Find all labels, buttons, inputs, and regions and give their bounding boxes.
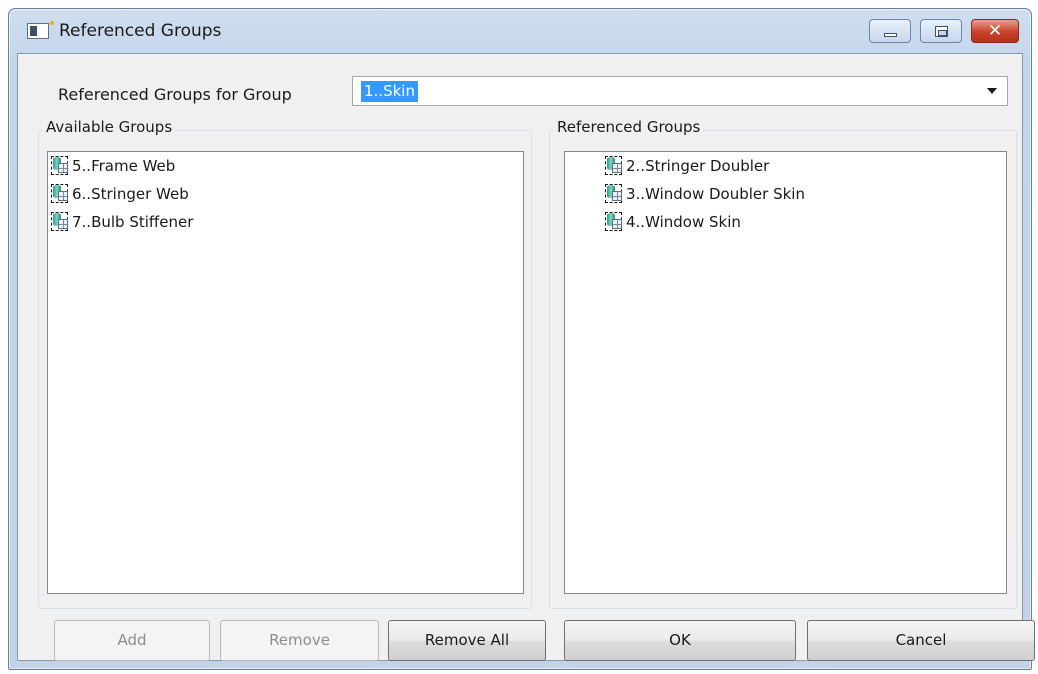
maximize-icon: [935, 26, 948, 37]
remove-all-button[interactable]: Remove All: [388, 620, 546, 661]
list-item-label: 6..Stringer Web: [72, 185, 189, 203]
group-icon: [605, 156, 623, 176]
group-selector-value: 1..Skin: [361, 81, 418, 102]
list-item-label: 5..Frame Web: [72, 157, 176, 175]
list-item[interactable]: 6..Stringer Web: [48, 180, 523, 208]
list-item[interactable]: 5..Frame Web: [48, 152, 523, 180]
maximize-button[interactable]: [920, 19, 962, 43]
list-item-label: 2..Stringer Doubler: [626, 157, 770, 175]
title-bar[interactable]: Referenced Groups ✕: [9, 9, 1031, 53]
window-title: Referenced Groups: [59, 21, 222, 41]
chevron-down-icon[interactable]: [987, 88, 997, 94]
remove-button[interactable]: Remove: [220, 620, 379, 661]
minimize-button[interactable]: [869, 19, 911, 43]
list-item-label: 7..Bulb Stiffener: [72, 213, 194, 231]
app-window-icon: [27, 21, 54, 39]
group-icon: [51, 212, 69, 232]
list-item[interactable]: 2..Stringer Doubler: [565, 152, 1006, 180]
group-icon: [51, 156, 69, 176]
cancel-button[interactable]: Cancel: [807, 620, 1035, 661]
minimize-icon: [884, 33, 897, 37]
ok-button[interactable]: OK: [564, 620, 796, 661]
group-selector-label: Referenced Groups for Group: [58, 85, 292, 104]
close-icon: ✕: [987, 21, 1003, 41]
list-item[interactable]: 3..Window Doubler Skin: [565, 180, 1006, 208]
list-item[interactable]: 4..Window Skin: [565, 208, 1006, 236]
dialog-window: Referenced Groups ✕ Referenced Groups fo…: [8, 8, 1035, 670]
group-selector-dropdown[interactable]: 1..Skin: [352, 76, 1008, 106]
close-button[interactable]: ✕: [971, 19, 1019, 43]
list-item-label: 3..Window Doubler Skin: [626, 185, 805, 203]
referenced-groups-list[interactable]: 2..Stringer Doubler 3..Window Doubler Sk…: [564, 151, 1007, 594]
available-groups-list[interactable]: 5..Frame Web 6..Stringer Web 7..Bulb Sti…: [47, 151, 524, 594]
available-groups-title: Available Groups: [43, 118, 176, 136]
group-icon: [605, 184, 623, 204]
referenced-groups-title: Referenced Groups: [554, 118, 704, 136]
list-item[interactable]: 7..Bulb Stiffener: [48, 208, 523, 236]
group-icon: [605, 212, 623, 232]
list-item-label: 4..Window Skin: [626, 213, 741, 231]
dialog-client-area: Referenced Groups for Group 1..Skin Avai…: [17, 53, 1035, 661]
add-button[interactable]: Add: [54, 620, 210, 661]
group-icon: [51, 184, 69, 204]
